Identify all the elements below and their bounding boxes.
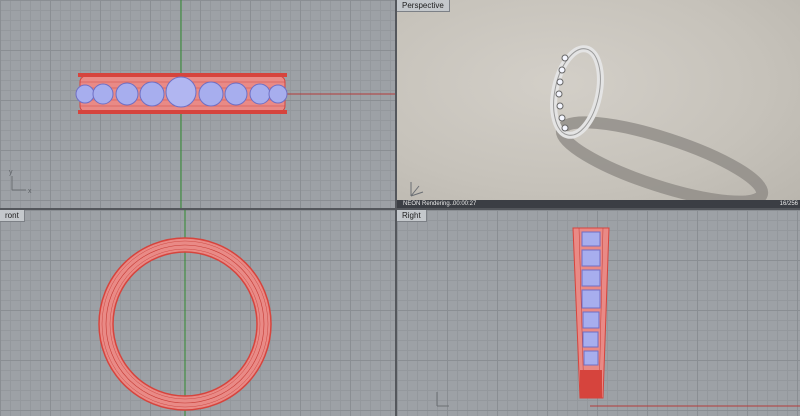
axis-gizmo-persp <box>410 182 424 197</box>
ring-side-view <box>572 227 610 399</box>
render-passes: 16/256 <box>779 201 798 207</box>
perspective-render-canvas <box>410 45 769 208</box>
right-viewport-canvas <box>436 227 800 407</box>
right-viewport[interactable]: Right <box>397 210 800 416</box>
render-status-text: NEON Rendering... <box>403 201 455 207</box>
perspective-viewport[interactable]: Perspective NEON Rendering... 00:00:27 1… <box>397 0 800 208</box>
front-viewport[interactable]: ront <box>0 210 395 416</box>
top-viewport-canvas: x y <box>9 0 395 208</box>
front-viewport-canvas <box>98 210 272 416</box>
render-status-bar: NEON Rendering... 00:00:27 16/256 <box>397 200 800 208</box>
render-time: 00:00:27 <box>453 201 477 207</box>
ring-top-view <box>75 73 288 114</box>
axis-y-label: y <box>9 169 13 176</box>
top-viewport[interactable]: x y <box>0 0 395 208</box>
viewport-divider-horizontal[interactable] <box>0 208 800 210</box>
axis-x-label: x <box>28 188 32 195</box>
axis-gizmo-top <box>11 176 26 191</box>
axis-gizmo-right <box>436 392 449 407</box>
